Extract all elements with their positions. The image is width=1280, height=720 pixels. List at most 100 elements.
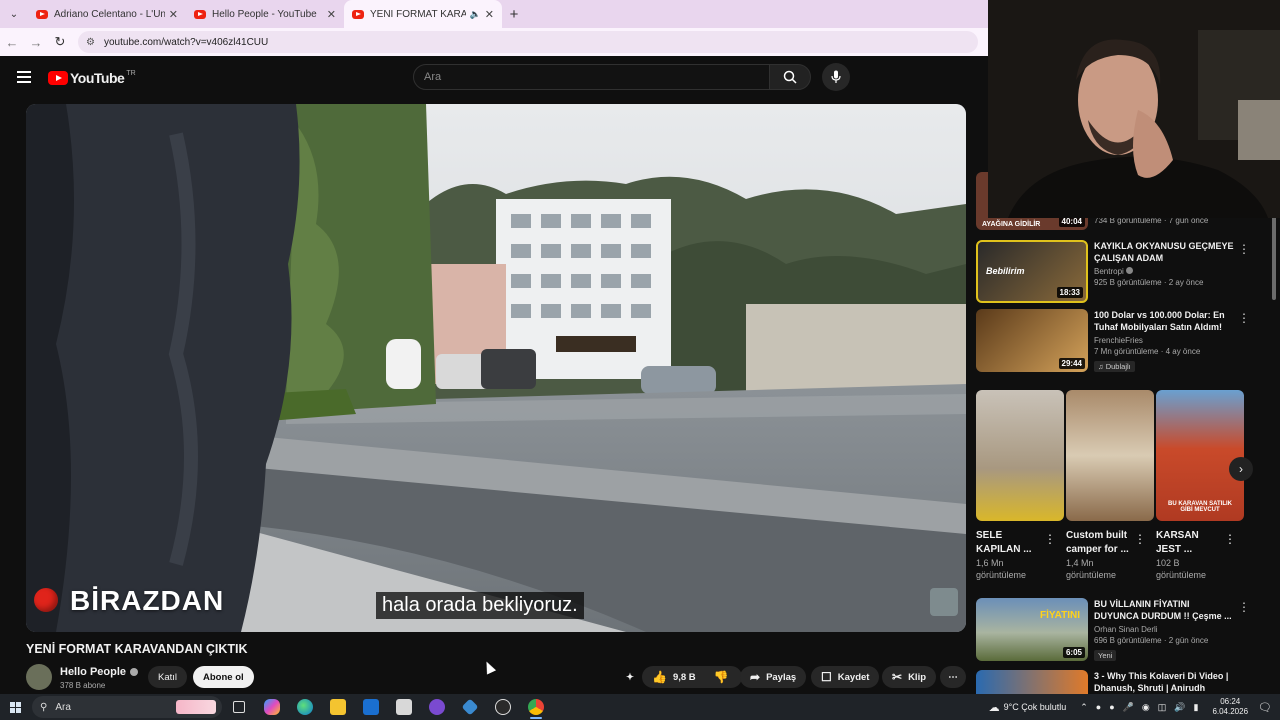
browser-tab[interactable]: Hello People - YouTube ✕ — [186, 0, 344, 28]
video-channel[interactable]: Bentropi — [1094, 267, 1234, 276]
site-info-icon[interactable]: ⚙ — [86, 37, 98, 48]
close-tab-icon[interactable]: ✕ — [485, 8, 494, 21]
copilot-icon[interactable] — [255, 694, 288, 720]
new-tab-button[interactable]: + — [502, 6, 526, 23]
close-tab-icon[interactable]: ✕ — [327, 8, 336, 21]
sidebar-video-item[interactable]: 3 - Why This Kolaveri Di Video | Dhanush… — [976, 670, 1234, 694]
network-icon[interactable]: ◫ — [1158, 702, 1167, 713]
app-icon[interactable] — [420, 694, 453, 720]
more-vertical-icon[interactable]: ⋮ — [1238, 600, 1250, 614]
subscribe-button[interactable]: Abone ol — [193, 666, 254, 688]
address-bar[interactable]: ⚙ youtube.com/watch?v=v406zl41CUU — [78, 31, 978, 53]
scissors-icon: ✂ — [892, 670, 903, 684]
youtube-favicon-icon — [352, 9, 364, 19]
search-input[interactable]: Ara — [413, 64, 770, 90]
like-count[interactable]: 9,8 B — [673, 672, 696, 683]
video-thumbnail[interactable] — [976, 670, 1088, 694]
join-label: Katıl — [158, 671, 178, 683]
page-scrollbar[interactable] — [1272, 215, 1276, 300]
video-channel[interactable]: FrenchieFries — [1094, 336, 1234, 345]
channel-avatar[interactable] — [26, 664, 52, 690]
youtube-logo[interactable]: YouTube TR — [48, 70, 136, 86]
app-icon[interactable] — [453, 694, 486, 720]
more-actions-button[interactable]: ⋯ — [940, 666, 966, 688]
short-item[interactable]: BU KARAVAN SATILIK GİBİ MEVCUT KARSAN JE… — [1156, 390, 1244, 581]
forward-icon[interactable]: → — [24, 35, 48, 50]
short-thumbnail[interactable] — [976, 390, 1064, 521]
search-placeholder: Ara — [424, 71, 442, 83]
video-thumbnail[interactable]: FİYATINI 6:05 — [976, 598, 1088, 661]
like-icon[interactable]: 👍 — [652, 670, 667, 684]
share-button[interactable]: ➦ Paylaş — [740, 666, 807, 688]
tray-app-icon[interactable]: ◉ — [1142, 702, 1150, 713]
tray-app-icon[interactable]: ● — [1109, 702, 1114, 712]
task-view-icon[interactable] — [222, 694, 255, 720]
join-button[interactable]: Katıl — [148, 666, 188, 688]
sidebar-video-item[interactable]: 29:44 100 Dolar vs 100.000 Dolar: En Tuh… — [976, 309, 1250, 374]
more-vertical-icon[interactable]: ⋮ — [1134, 532, 1146, 546]
video-channel[interactable]: Orhan Sinan Derli — [1094, 625, 1234, 634]
browser-tab-active[interactable]: YENİ FORMAT KARAVANDA 🔈 ✕ — [344, 0, 502, 28]
video-title[interactable]: 100 Dolar vs 100.000 Dolar: En Tuhaf Mob… — [1094, 309, 1234, 333]
sidebar-video-item[interactable]: Bebilirim 18:33 KAYIKLA OKYANUSU GEÇMEYE… — [976, 240, 1250, 303]
browser-tab-bar: ⌄ Adriano Celentano - L'Unica Ch ✕ Hello… — [0, 0, 988, 28]
more-vertical-icon[interactable]: ⋮ — [1238, 242, 1250, 256]
short-item[interactable]: SELE KAPILAN ... 1,6 Mn görüntüleme ⋮ — [976, 390, 1064, 581]
short-title: Custom built camper for ... — [1066, 530, 1129, 555]
shorts-next-button[interactable]: › — [1229, 457, 1253, 481]
channel-name[interactable]: Hello People — [60, 666, 139, 678]
taskbar-search[interactable]: ⚲ Ara — [32, 696, 222, 718]
video-title[interactable]: BU VİLLANIN FİYATINI DUYUNCA DURDUM !! Ç… — [1094, 598, 1234, 622]
more-vertical-icon[interactable]: ⋮ — [1224, 532, 1236, 546]
more-vertical-icon[interactable]: ⋮ — [1238, 311, 1250, 325]
video-duration: 29:44 — [1058, 358, 1085, 369]
video-title: YENİ FORMAT KARAVANDAN ÇIKTIK — [26, 642, 248, 656]
microphone-icon[interactable]: 🎤 — [1123, 702, 1134, 713]
start-button[interactable] — [0, 701, 30, 713]
chrome-icon[interactable] — [519, 694, 552, 720]
channel-watermark[interactable] — [930, 588, 958, 616]
notifications-icon[interactable]: 🗨 — [1258, 701, 1272, 714]
sparkle-icon: ✦ — [626, 671, 634, 683]
dislike-icon[interactable]: 👎 — [714, 670, 729, 684]
tray-app-icon[interactable]: ● — [1096, 702, 1101, 712]
video-meta: 925 B görüntüleme · 2 ay önce — [1094, 278, 1204, 287]
save-button[interactable]: ☐ Kaydet — [811, 666, 880, 688]
edge-icon[interactable] — [288, 694, 321, 720]
search-button[interactable] — [769, 64, 811, 90]
clip-button[interactable]: ✂ Klip — [882, 666, 937, 688]
short-title: KARSAN JEST ... — [1156, 530, 1199, 555]
video-thumbnail[interactable]: 29:44 — [976, 309, 1088, 372]
clock[interactable]: 06:24 6.04.2026 — [1212, 697, 1248, 717]
sidebar-video-item[interactable]: FİYATINI 6:05 BU VİLLANIN FİYATINI DUYUN… — [976, 598, 1250, 663]
short-views-label: görüntüleme — [1156, 570, 1207, 580]
weather-icon[interactable]: ☁ — [989, 701, 1000, 714]
browser-tab[interactable]: Adriano Celentano - L'Unica Ch ✕ — [28, 0, 186, 28]
volume-icon[interactable]: 🔊 — [1174, 702, 1185, 713]
menu-icon[interactable] — [17, 71, 31, 83]
back-icon[interactable]: ← — [0, 35, 24, 50]
tab-search-dropdown[interactable]: ⌄ — [0, 0, 28, 28]
close-tab-icon[interactable]: ✕ — [169, 8, 178, 21]
voice-search-button[interactable] — [822, 63, 850, 91]
battery-icon[interactable]: ▮ — [1193, 702, 1198, 713]
video-duration: 18:33 — [1056, 287, 1083, 298]
video-title[interactable]: KAYIKLA OKYANUSU GEÇMEYE ÇALIŞAN ADAM — [1094, 240, 1234, 264]
video-thumbnail[interactable]: Bebilirim 18:33 — [976, 240, 1088, 303]
ai-sparkle-button[interactable]: ✦ — [620, 666, 640, 688]
chevron-right-icon: › — [1239, 462, 1243, 476]
video-player[interactable]: BİRAZDAN hala orada bekliyoruz. — [26, 104, 966, 632]
reload-icon[interactable]: ↻ — [48, 34, 72, 50]
mail-icon[interactable] — [354, 694, 387, 720]
video-title[interactable]: 3 - Why This Kolaveri Di Video | Dhanush… — [1094, 670, 1234, 694]
audio-playing-icon[interactable]: 🔈 — [470, 9, 481, 20]
file-explorer-icon[interactable] — [321, 694, 354, 720]
chevron-up-icon[interactable]: ⌃ — [1080, 702, 1088, 713]
obs-icon[interactable] — [486, 694, 519, 720]
more-vertical-icon[interactable]: ⋮ — [1044, 532, 1056, 546]
short-thumbnail[interactable]: BU KARAVAN SATILIK GİBİ MEVCUT — [1156, 390, 1244, 521]
store-icon[interactable] — [387, 694, 420, 720]
short-thumbnail[interactable] — [1066, 390, 1154, 521]
weather-text[interactable]: 9°C Çok bulutlu — [1004, 702, 1067, 712]
short-item[interactable]: Custom built camper for ... 1,4 Mn görün… — [1066, 390, 1154, 581]
